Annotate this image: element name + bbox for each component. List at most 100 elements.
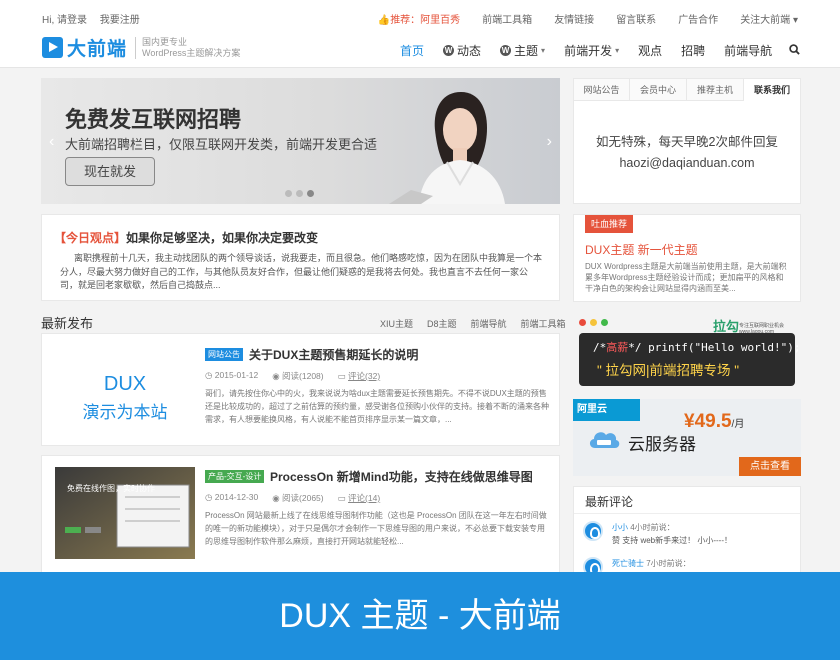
aliyun-price-value: ¥49.5 bbox=[684, 411, 732, 432]
nav-item-label: 动态 bbox=[457, 43, 482, 58]
nav-item[interactable]: 首页 bbox=[400, 42, 424, 59]
tab-announcements[interactable]: 网站公告 bbox=[574, 79, 630, 101]
nav-item[interactable]: 前端开发 ▾ bbox=[564, 42, 619, 59]
avatar bbox=[583, 521, 603, 541]
slider-prev-button[interactable]: ‹ bbox=[49, 133, 54, 151]
code-prefix: /* bbox=[593, 341, 607, 354]
processon-screenshot bbox=[55, 467, 195, 559]
ad-link[interactable]: 广告合作 bbox=[678, 11, 718, 26]
post-title[interactable]: ProcessOn 新增Mind功能，支持在线做思维导图 bbox=[270, 468, 533, 485]
latest-link-xiu[interactable]: XIU主题 bbox=[380, 317, 413, 330]
hot-title[interactable]: DUX主题 新一代主题 bbox=[585, 241, 698, 258]
comment-time: 4小时前说： bbox=[630, 523, 675, 532]
nav-item[interactable]: 招聘 bbox=[681, 42, 705, 59]
search-icon[interactable] bbox=[789, 44, 800, 55]
post-date: ◷ 2014-12-30 bbox=[205, 492, 258, 504]
thumb-caption: 免费在线作图，实时协作 bbox=[67, 484, 155, 493]
login-link[interactable]: Hi, 请登录 bbox=[42, 15, 87, 26]
latest-link-tools[interactable]: 前端工具箱 bbox=[521, 317, 566, 330]
site-logo[interactable]: 大前端 国内更专业 WordPress主题解决方案 bbox=[42, 34, 240, 61]
latest-link-d8[interactable]: D8主题 bbox=[427, 317, 457, 330]
latest-link-nav[interactable]: 前端导航 bbox=[471, 317, 507, 330]
follow-link[interactable]: 关注大前端 ▾ bbox=[740, 11, 798, 26]
chevron-down-icon: ▾ bbox=[541, 45, 546, 55]
post-thumbnail[interactable]: 免费在线作图，实时协作 bbox=[55, 467, 195, 559]
nav-item-label: 主题 bbox=[514, 43, 539, 58]
thumb-line1: DUX bbox=[103, 373, 147, 395]
nav-item[interactable]: 前端导航 bbox=[724, 42, 772, 59]
aliyun-price-unit: /月 bbox=[731, 419, 745, 430]
post-meta: ◷ 2014-12-30 ◉ 阅读(2065) ▭ 评论(14) bbox=[205, 492, 380, 504]
tab-contact-us[interactable]: 联系我们 bbox=[744, 79, 800, 101]
comment-text: 赞 支持 web新手来过！ 小小----！ bbox=[612, 536, 732, 545]
post-item: 免费在线作图，实时协作 产品-交互-设计 ProcessOn 新增Mind功能，… bbox=[41, 455, 560, 575]
clock-icon: ◷ bbox=[205, 492, 215, 502]
post-category[interactable]: 网站公告 bbox=[205, 348, 243, 361]
comment-icon: ▭ bbox=[337, 371, 349, 381]
recommend-label: 推荐：阿里百秀 bbox=[390, 15, 461, 26]
latest-links: XIU主题 D8主题 前端导航 前端工具箱 bbox=[380, 317, 566, 330]
contact-email[interactable]: haozi@daqianduan.com bbox=[574, 156, 800, 170]
aliyun-view-button[interactable]: 点击查看 bbox=[739, 457, 801, 476]
aliyun-service: 云服务器 bbox=[628, 435, 696, 454]
comment-author: 小小 4小时前说： bbox=[612, 522, 675, 533]
slider-dots bbox=[285, 190, 314, 197]
logo-text: 大前端 bbox=[67, 39, 128, 60]
register-link[interactable]: 我要注册 bbox=[100, 15, 140, 26]
friend-links-link[interactable]: 友情链接 bbox=[554, 11, 594, 26]
nav-item[interactable]: W 动态 bbox=[443, 42, 481, 59]
recommend-link[interactable]: 👍推荐：阿里百秀 bbox=[378, 11, 460, 26]
lagou-brand: 拉勾 bbox=[713, 319, 740, 334]
today-opinion-heading[interactable]: 【今日观点】如果你足够坚决，如果你决定要改变 bbox=[54, 229, 318, 246]
top-bar: Hi, 请登录 我要注册 👍推荐：阿里百秀 前端工具箱 友情链接 留言联系 广告… bbox=[0, 0, 840, 32]
clock-icon: ◷ bbox=[205, 370, 215, 380]
contact-note: 如无特殊，每天早晚2次邮件回复 bbox=[596, 135, 778, 149]
nav-item[interactable]: W 主题 ▾ bbox=[500, 42, 545, 59]
post-views: ◉ 阅读(2065) bbox=[272, 492, 323, 504]
hot-badge: 吐血推荐 bbox=[585, 215, 634, 233]
code-window: /*高薪*/ printf("Hello world!"); " 拉勾网|前端招… bbox=[579, 333, 800, 386]
post-excerpt: ProcessOn 网站最新上线了在线思维导图制作功能（这也是 ProcessO… bbox=[205, 511, 547, 546]
slider-dot-active[interactable] bbox=[307, 190, 314, 197]
hot-recommend-card: 吐血推荐 DUX主题 新一代主题 DUX Wordpress主题是大前端当前使用… bbox=[573, 214, 801, 302]
post-views-text: 阅读(2065) bbox=[282, 493, 324, 503]
header: 大前端 国内更专业 WordPress主题解决方案 首页 W 动态 W 主题 ▾ 前端开发 ▾… bbox=[0, 32, 840, 68]
lagou-slogan: " 拉勾网|前端招聘专场 " bbox=[597, 363, 740, 378]
post-comments-text: 评论(32) bbox=[348, 371, 381, 381]
nav-item[interactable]: 观点 bbox=[638, 42, 662, 59]
post-date: ◷ 2015-01-12 bbox=[205, 370, 258, 382]
logo-tagline-line2: WordPress主题解决方案 bbox=[142, 47, 241, 58]
hero-slider[interactable]: 免费发互联网招聘 大前端招聘栏目，仅限互联网开发类，前端开发更合适 现在就发 ‹… bbox=[41, 78, 560, 204]
window-dot-yellow bbox=[590, 319, 597, 326]
post-thumbnail[interactable]: DUX 演示为本站 bbox=[55, 345, 195, 437]
post-category[interactable]: 产品-交互-设计 bbox=[205, 470, 265, 483]
slider-subtitle: 大前端招聘栏目，仅限互联网开发类，前端开发更合适 bbox=[65, 137, 378, 152]
comment-time: 7小时前说： bbox=[646, 559, 691, 568]
thumb-up-icon: 👍 bbox=[377, 15, 391, 26]
comment-icon: ▭ bbox=[337, 493, 349, 503]
aliyun-ad[interactable]: 阿里云 ¥49.5/月 云服务器 点击查看 bbox=[573, 399, 801, 476]
latest-comments-card: 最新评论 小小 4小时前说： 赞 支持 web新手来过！ 小小----！ 死亡骑… bbox=[573, 486, 801, 586]
post-views: ◉ 阅读(1208) bbox=[272, 370, 323, 382]
post-title[interactable]: 关于DUX主题预售期延长的说明 bbox=[249, 346, 418, 363]
slider-dot[interactable] bbox=[285, 190, 292, 197]
contact-link[interactable]: 留言联系 bbox=[616, 11, 656, 26]
slider-dot[interactable] bbox=[296, 190, 303, 197]
tools-link[interactable]: 前端工具箱 bbox=[482, 11, 532, 26]
tab-member-center[interactable]: 会员中心 bbox=[630, 79, 687, 101]
code-line: /*高薪*/ printf("Hello world!"); bbox=[593, 339, 800, 355]
comment-author: 死亡骑士 7小时前说： bbox=[612, 558, 691, 569]
slider-next-button[interactable]: › bbox=[547, 133, 552, 151]
bottom-banner: DUX 主题 - 大前端 bbox=[0, 572, 840, 660]
play-icon bbox=[42, 37, 63, 58]
tab-recommended-hosts[interactable]: 推荐主机 bbox=[687, 79, 744, 101]
post-now-button[interactable]: 现在就发 bbox=[65, 157, 155, 186]
post-comments[interactable]: ▭ 评论(14) bbox=[338, 492, 381, 504]
lagou-ad[interactable]: 拉勾 专注互联网职业机会 www.lagou.com /*高薪*/ printf(… bbox=[573, 313, 801, 390]
window-dot-red bbox=[579, 319, 586, 326]
comments-heading: 最新评论 bbox=[585, 495, 634, 509]
post-comments[interactable]: ▭ 评论(32) bbox=[338, 370, 381, 382]
chevron-down-icon: ▾ bbox=[615, 45, 620, 55]
top-bar-left: Hi, 请登录 我要注册 bbox=[42, 11, 150, 26]
eye-icon: ◉ bbox=[272, 371, 283, 381]
